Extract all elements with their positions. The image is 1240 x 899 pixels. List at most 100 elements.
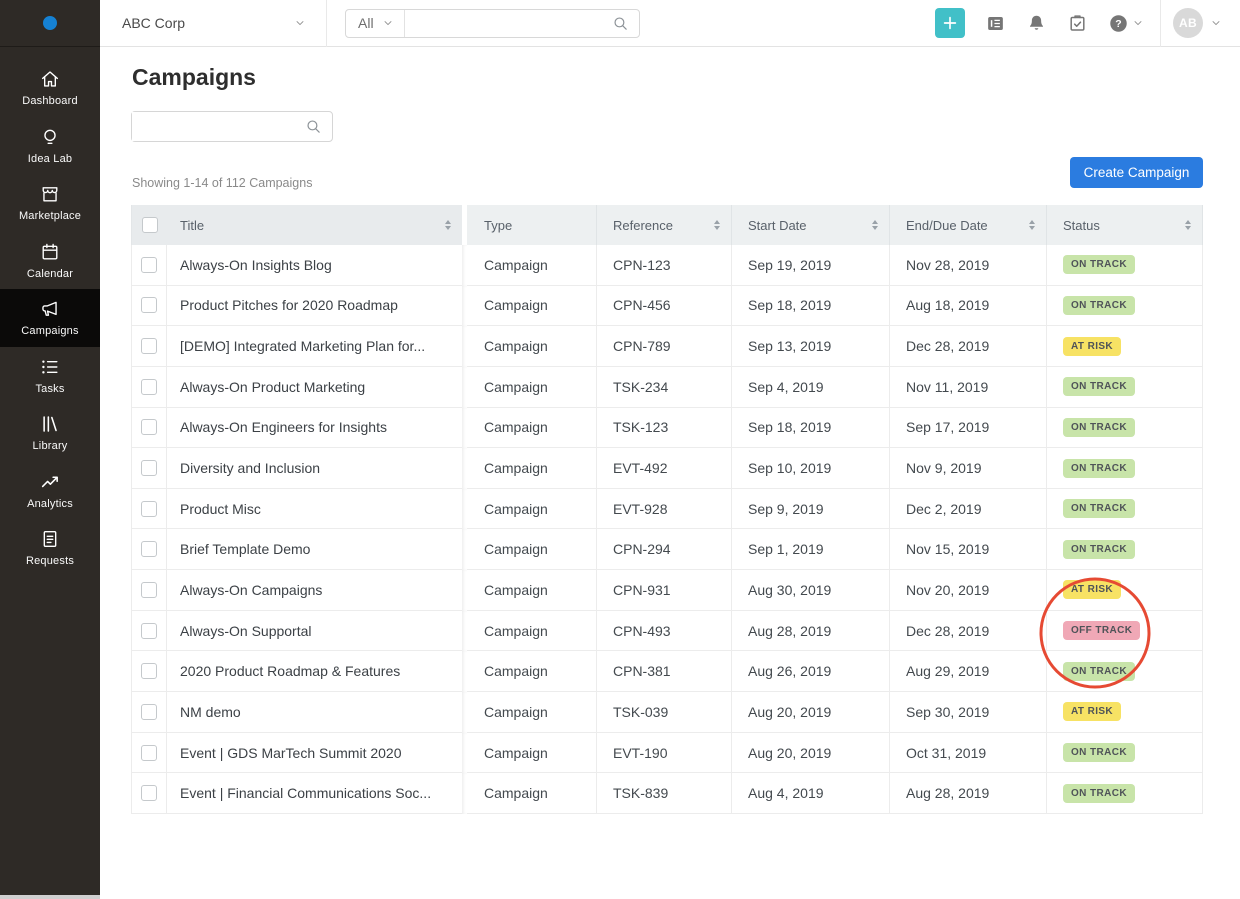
status-badge: ON TRACK: [1063, 743, 1135, 762]
sidebar-item-tasks[interactable]: Tasks: [0, 347, 100, 405]
sidebar-item-calendar[interactable]: Calendar: [0, 232, 100, 290]
table-row[interactable]: Product Misc Campaign EVT-928 Sep 9, 201…: [131, 488, 1203, 530]
sort-icon: [714, 220, 720, 230]
row-checkbox[interactable]: [141, 297, 157, 314]
sort-icon: [872, 220, 878, 230]
search-icon: [307, 120, 320, 133]
campaign-status-cell: AT RISK: [1046, 570, 1203, 611]
row-checkbox[interactable]: [141, 338, 157, 355]
column-header-status[interactable]: Status: [1046, 205, 1203, 245]
table-row[interactable]: Product Pitches for 2020 Roadmap Campaig…: [131, 285, 1203, 327]
campaign-filter-input[interactable]: [132, 112, 305, 141]
campaign-title[interactable]: Product Misc: [167, 488, 462, 530]
campaign-status-cell: ON TRACK: [1046, 366, 1203, 408]
campaign-title[interactable]: Event | Financial Communications Soc...: [167, 773, 462, 814]
sidebar-item-marketplace[interactable]: Marketplace: [0, 174, 100, 232]
campaign-title[interactable]: Always-On Insights Blog: [167, 245, 462, 286]
topbar-actions: ? AB: [935, 0, 1240, 47]
sidebar-item-campaigns[interactable]: Campaigns: [0, 289, 100, 347]
row-select-cell: [131, 610, 167, 652]
add-button[interactable]: [935, 8, 965, 38]
app-logo[interactable]: [0, 0, 100, 47]
campaign-type: Campaign: [467, 773, 596, 814]
campaign-start-date: Sep 4, 2019: [731, 366, 889, 408]
campaign-title[interactable]: [DEMO] Integrated Marketing Plan for...: [167, 326, 462, 367]
campaign-title[interactable]: 2020 Product Roadmap & Features: [167, 651, 462, 693]
campaign-title[interactable]: Brief Template Demo: [167, 529, 462, 571]
campaign-end-date: Sep 17, 2019: [889, 407, 1046, 449]
campaign-title[interactable]: Event | GDS MarTech Summit 2020: [167, 732, 462, 774]
campaign-title[interactable]: Always-On Supportal: [167, 610, 462, 652]
table-row[interactable]: Diversity and Inclusion Campaign EVT-492…: [131, 448, 1203, 489]
table-row[interactable]: [DEMO] Integrated Marketing Plan for... …: [131, 326, 1203, 367]
campaign-reference: TSK-039: [596, 692, 731, 733]
status-badge: ON TRACK: [1063, 295, 1135, 315]
sidebar-item-analytics[interactable]: Analytics: [0, 462, 100, 520]
table-row[interactable]: Always-On Campaigns Campaign CPN-931 Aug…: [131, 570, 1203, 611]
row-checkbox[interactable]: [141, 256, 157, 273]
user-menu[interactable]: AB: [1173, 8, 1222, 38]
table-row[interactable]: 2020 Product Roadmap & Features Campaign…: [131, 651, 1203, 693]
column-header-reference[interactable]: Reference: [596, 205, 731, 245]
table-row[interactable]: Brief Template Demo Campaign CPN-294 Sep…: [131, 529, 1203, 571]
select-all-checkbox[interactable]: [141, 217, 158, 233]
global-search-input[interactable]: [404, 9, 612, 37]
table-row[interactable]: Always-On Engineers for Insights Campaig…: [131, 407, 1203, 449]
row-checkbox[interactable]: [141, 419, 157, 436]
table-row[interactable]: Always-On Insights Blog Campaign CPN-123…: [131, 245, 1203, 286]
row-checkbox[interactable]: [141, 541, 157, 558]
create-campaign-button[interactable]: Create Campaign: [1070, 157, 1203, 188]
table-row[interactable]: NM demo Campaign TSK-039 Aug 20, 2019 Se…: [131, 692, 1203, 733]
row-checkbox[interactable]: [141, 622, 157, 639]
sidebar-item-idea-lab[interactable]: Idea Lab: [0, 117, 100, 175]
row-checkbox[interactable]: [141, 744, 157, 761]
column-header-title[interactable]: Title: [167, 205, 462, 245]
feed-icon[interactable]: [985, 13, 1006, 34]
row-checkbox[interactable]: [141, 703, 157, 720]
campaign-title[interactable]: Always-On Engineers for Insights: [167, 407, 462, 449]
sidebar-item-dashboard[interactable]: Dashboard: [0, 59, 100, 117]
row-checkbox[interactable]: [141, 785, 157, 802]
list-icon: [39, 356, 61, 378]
campaign-status-cell: AT RISK: [1046, 692, 1203, 733]
sidebar: Dashboard Idea Lab Marketplace Calendar: [0, 0, 100, 895]
row-select-cell: [131, 651, 167, 693]
sidebar-item-requests[interactable]: Requests: [0, 519, 100, 577]
bell-icon[interactable]: [1026, 13, 1047, 34]
campaign-status-cell: ON TRACK: [1046, 245, 1203, 286]
help-menu[interactable]: ?: [1108, 13, 1144, 34]
search-scope-dropdown[interactable]: All: [346, 9, 405, 37]
campaign-end-date: Dec 28, 2019: [889, 610, 1046, 652]
row-checkbox[interactable]: [141, 663, 157, 680]
campaign-type: Campaign: [467, 448, 596, 489]
table-row[interactable]: Event | GDS MarTech Summit 2020 Campaign…: [131, 732, 1203, 774]
campaign-start-date: Aug 30, 2019: [731, 570, 889, 611]
column-header-end-due-date[interactable]: End/Due Date: [889, 205, 1046, 245]
table-row[interactable]: Always-On Product Marketing Campaign TSK…: [131, 366, 1203, 408]
campaign-title[interactable]: Product Pitches for 2020 Roadmap: [167, 285, 462, 327]
campaign-title[interactable]: Always-On Product Marketing: [167, 366, 462, 408]
row-checkbox[interactable]: [141, 378, 157, 395]
row-checkbox[interactable]: [141, 460, 157, 477]
org-selector[interactable]: ABC Corp: [122, 0, 327, 47]
campaign-reference: CPN-123: [596, 245, 731, 286]
table-row[interactable]: Always-On Supportal Campaign CPN-493 Aug…: [131, 610, 1203, 652]
table-row[interactable]: Event | Financial Communications Soc... …: [131, 773, 1203, 814]
sidebar-item-library[interactable]: Library: [0, 404, 100, 462]
campaign-title[interactable]: Diversity and Inclusion: [167, 448, 462, 489]
campaign-status-cell: ON TRACK: [1046, 651, 1203, 693]
row-select-cell: [131, 773, 167, 814]
campaign-reference: TSK-839: [596, 773, 731, 814]
campaign-reference: CPN-789: [596, 326, 731, 367]
campaign-reference: EVT-492: [596, 448, 731, 489]
clipboard-check-icon[interactable]: [1067, 13, 1088, 34]
row-checkbox[interactable]: [141, 581, 157, 598]
campaign-status-cell: ON TRACK: [1046, 488, 1203, 530]
campaign-title[interactable]: NM demo: [167, 692, 462, 733]
campaign-title[interactable]: Always-On Campaigns: [167, 570, 462, 611]
global-search: All: [345, 8, 640, 38]
campaign-reference: CPN-381: [596, 651, 731, 693]
column-header-start-date[interactable]: Start Date: [731, 205, 889, 245]
status-badge: ON TRACK: [1063, 539, 1135, 559]
row-checkbox[interactable]: [141, 500, 157, 517]
